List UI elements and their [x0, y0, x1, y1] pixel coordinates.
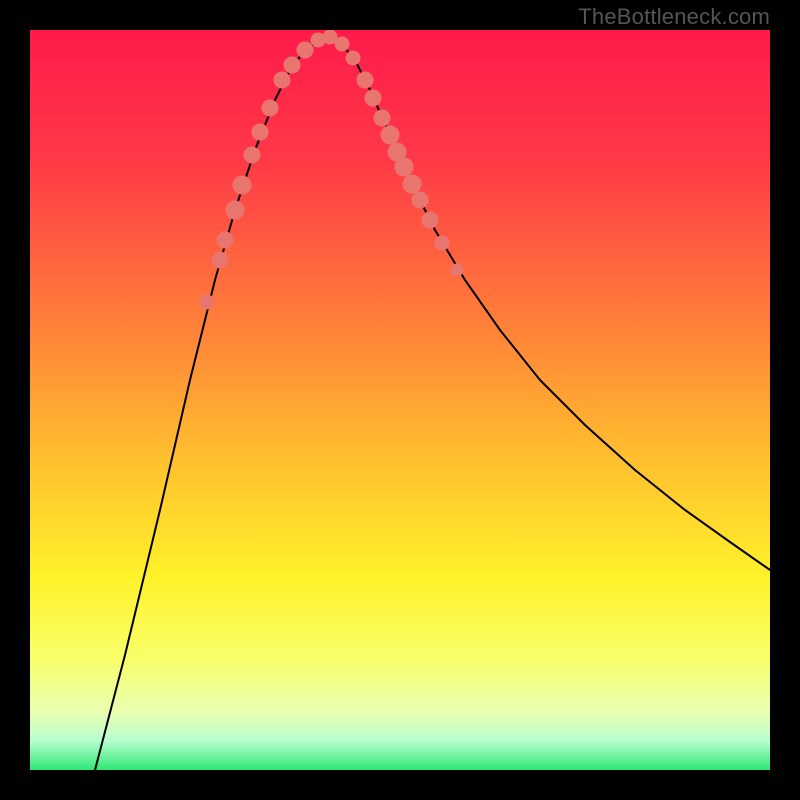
data-marker — [284, 57, 300, 73]
data-marker — [395, 158, 413, 176]
data-marker — [365, 90, 381, 106]
data-marker — [435, 236, 449, 250]
data-marker — [226, 201, 244, 219]
watermark-text: TheBottleneck.com — [578, 4, 770, 30]
data-marker — [262, 100, 278, 116]
plot-area — [30, 30, 770, 770]
data-marker — [381, 126, 399, 144]
data-marker — [233, 176, 251, 194]
data-marker — [252, 124, 268, 140]
data-marker — [451, 264, 463, 276]
data-marker — [217, 232, 233, 248]
data-marker — [200, 295, 214, 309]
data-marker — [374, 110, 390, 126]
data-markers — [200, 30, 463, 309]
v-curve — [95, 37, 770, 770]
data-marker — [244, 147, 260, 163]
data-marker — [335, 37, 349, 51]
data-marker — [412, 192, 428, 208]
data-marker — [422, 212, 438, 228]
chart-frame: TheBottleneck.com — [0, 0, 800, 800]
chart-curves — [30, 30, 770, 770]
data-marker — [274, 72, 290, 88]
data-marker — [357, 72, 373, 88]
data-marker — [346, 51, 360, 65]
data-marker — [403, 175, 421, 193]
data-marker — [297, 42, 313, 58]
data-marker — [212, 252, 228, 268]
